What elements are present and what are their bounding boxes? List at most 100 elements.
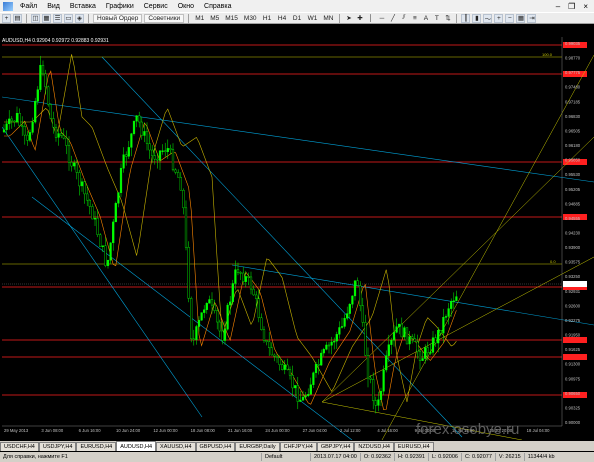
candle-body [262,329,266,341]
candle-body [405,327,409,345]
text-icon[interactable]: A [421,14,430,23]
candle-body [140,121,143,136]
candle-body [408,336,411,345]
menu-tools[interactable]: Сервис [139,3,173,10]
trendline-icon[interactable]: ╱ [388,14,397,23]
timeframe-mn[interactable]: MN [321,14,335,23]
price-tick-label: 0.96180 [565,143,581,148]
candle-body [221,330,224,341]
candle-body [104,245,107,266]
restore-icon[interactable]: ❐ [568,2,575,11]
data-window-icon[interactable]: ▦ [42,13,51,23]
menu-charts[interactable]: Графики [101,3,139,10]
candle-chart-icon[interactable]: ▮ [472,13,482,23]
price-chart[interactable]: 100.0 0.0 0.99035 0.98770 0.97775 0.97480 0.9… [2,37,594,440]
chart-tab[interactable]: EURUSD,H4 [76,442,117,451]
candle-body [413,338,416,342]
terminal-icon[interactable]: ▭ [64,13,73,23]
candle-body [450,301,453,309]
candle-body [106,260,110,266]
chart-tab[interactable]: NZDUSD,H4 [354,442,394,451]
toolbar-separator [26,13,27,23]
chart-tab[interactable]: USDJPY,H4 [38,442,77,451]
vertical-line-icon[interactable]: │ [366,14,375,23]
timeframe-d1[interactable]: D1 [291,14,304,23]
label-icon[interactable]: T [432,14,441,23]
window-controls: – ❐ × [556,2,594,11]
candle-body [353,280,357,297]
menu-help[interactable]: Справка [199,3,236,10]
crosshair-icon[interactable]: ✚ [355,14,364,23]
chart-tab[interactable]: XAUUSD,H4 [156,442,196,451]
candle-body [314,364,318,373]
strategy-tester-icon[interactable]: ◈ [75,13,84,23]
price-tick-label: 0.91950 [565,333,581,338]
timeframe-m30[interactable]: M30 [242,14,259,23]
candle-body [197,319,201,327]
candle-body [249,276,253,290]
menu-insert[interactable]: Вставка [65,3,101,10]
chart-tab[interactable]: GBPJPY,H4 [316,442,355,451]
bar-chart-icon[interactable]: ┃ [461,13,471,23]
candle-body [455,296,458,301]
fib-label-100: 100.0 [542,52,553,57]
timeframe-h1[interactable]: H1 [261,14,274,23]
price-tick-label: 0.90325 [565,405,581,410]
chart-tab[interactable]: AUDUSD,H4 [116,441,157,451]
candle-body [13,120,16,123]
channel-icon[interactable]: ⫽ [399,14,408,23]
fibonacci-icon[interactable]: ≡ [410,14,419,23]
price-tick-label: 0.97480 [565,85,581,90]
status-volume: V: 26215 [494,453,524,461]
profiles-icon[interactable]: ▤ [13,13,22,23]
time-tick-label: 3 Jun 08:00 [41,428,64,433]
candle-body [265,340,268,343]
chart-area[interactable]: 100.0 0.0 0.99035 0.98770 0.97775 0.97480 0.9… [2,37,594,440]
current-price-marker [563,281,587,287]
candle-body [447,308,450,317]
chart-tab[interactable]: CHFJPY,H4 [279,442,317,451]
zoom-out-icon[interactable]: − [505,13,515,23]
minimize-icon[interactable]: – [556,2,560,11]
experts-button[interactable]: Советники [144,13,185,23]
price-tick-label: 0.96505 [565,128,581,133]
chart-tab[interactable]: USDCHF,H4 [0,442,39,451]
candle-body [421,358,424,361]
chart-tab[interactable]: EURGBP,Daily [235,442,280,451]
candle-body [187,247,190,299]
new-chart-icon[interactable]: + [2,13,11,23]
timeframe-h4[interactable]: H4 [276,14,289,23]
timeframe-w1[interactable]: W1 [306,14,320,23]
timeframe-m15[interactable]: M15 [223,14,240,23]
time-tick-label: 10 Jun 24:00 [116,428,141,433]
candle-body [143,131,146,136]
horizontal-line-icon[interactable]: ─ [377,14,386,23]
candle-body [135,115,138,122]
candle-body [166,148,169,152]
timeframe-m5[interactable]: M5 [208,14,221,23]
menu-file[interactable]: Файл [15,3,42,10]
candle-body [273,354,276,357]
candle-body [213,304,216,311]
navigator-icon[interactable]: ☰ [53,13,62,23]
tile-windows-icon[interactable]: ▦ [516,13,526,23]
menu-view[interactable]: Вид [42,3,65,10]
close-icon[interactable]: × [583,2,588,11]
candle-body [312,372,315,385]
candle-body [390,340,393,345]
cursor-icon[interactable]: ➤ [344,14,353,23]
chart-tab[interactable]: EURUSD,H4 [393,442,434,451]
candle-body [377,399,380,406]
zoom-in-icon[interactable]: + [494,13,504,23]
chart-tab[interactable]: GBPUSD,H4 [195,442,236,451]
line-chart-icon[interactable]: 〜 [483,13,493,23]
menu-window[interactable]: Окно [173,3,199,10]
market-watch-icon[interactable]: ◫ [31,13,40,23]
autoscroll-icon[interactable]: ⇥ [527,13,537,23]
arrows-icon[interactable]: ⇅ [443,14,452,23]
new-order-button[interactable]: Новый Ордер [93,13,143,23]
candle-body [57,133,60,138]
timeframe-m1[interactable]: M1 [193,14,206,23]
candle-body [47,86,50,105]
candle-body [452,300,455,302]
